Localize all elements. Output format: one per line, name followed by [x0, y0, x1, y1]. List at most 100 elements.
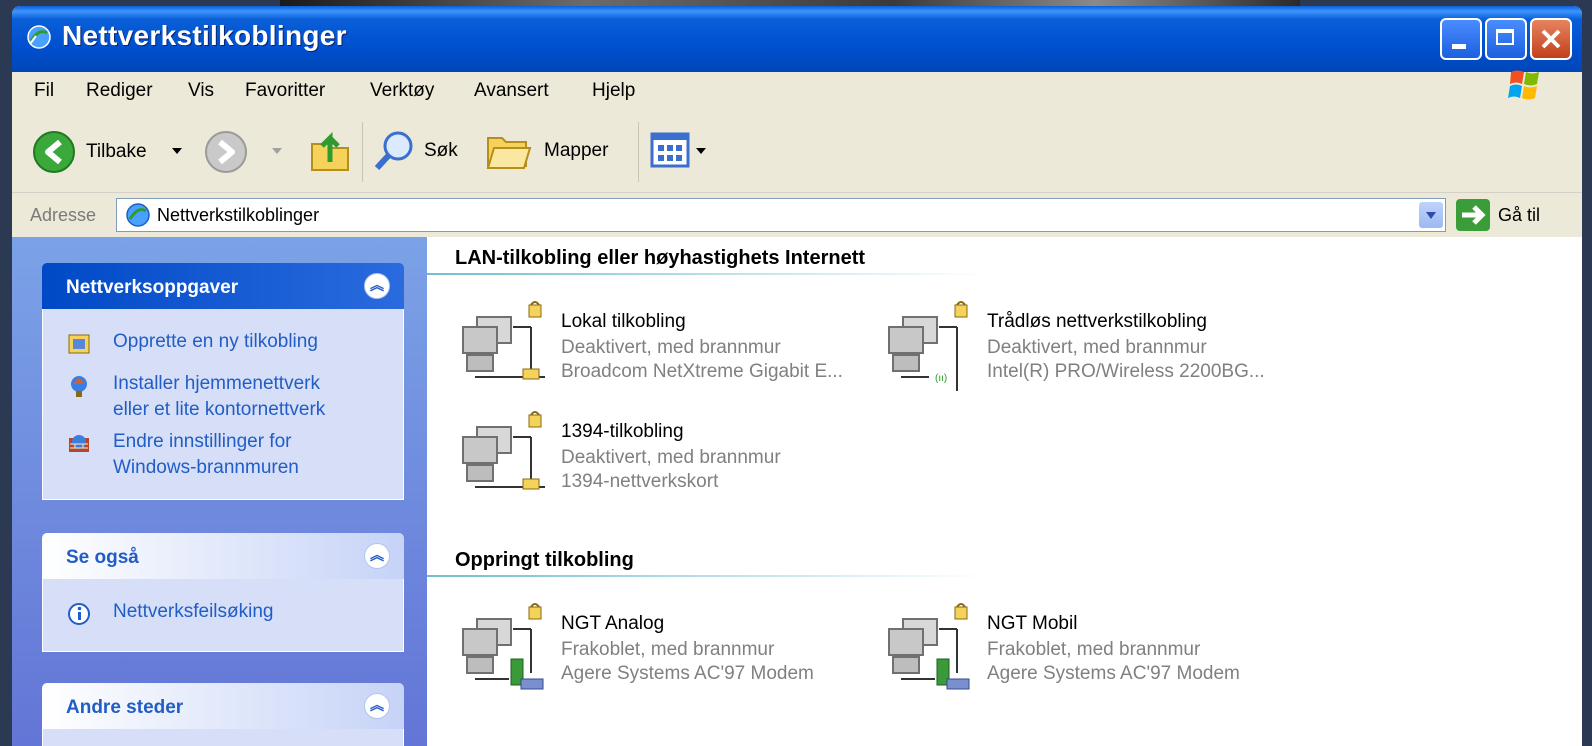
go-label[interactable]: Gå til [1498, 205, 1540, 226]
views-dropdown-icon [696, 148, 706, 154]
title-bar[interactable]: Nettverkstilkoblinger [12, 6, 1582, 72]
forward-arrow-icon [205, 131, 247, 173]
network-tasks-panel: Nettverksoppgaver ︽ Opprette en ny tilko… [42, 263, 404, 500]
collapse-icon[interactable]: ︽ [364, 543, 390, 569]
menu-favorites[interactable]: Favoritter [245, 80, 325, 102]
menu-file[interactable]: Fil [34, 80, 54, 102]
other-places-title: Andre steder [66, 697, 184, 718]
back-label: Tilbake [86, 141, 147, 162]
dialup-connection-icon [462, 603, 544, 690]
connection-device: Agere Systems AC'97 Modem [987, 663, 1240, 684]
network-connections-icon [126, 203, 150, 227]
network-tasks-header[interactable]: Nettverksoppgaver ︽ [42, 263, 404, 309]
connection-name: Lokal tilkobling [561, 311, 686, 332]
chevron-down-icon [1426, 212, 1436, 219]
see-also-header[interactable]: Se også ︽ [42, 533, 404, 579]
svg-text:(ıı): (ıı) [935, 373, 947, 384]
connection-status: Deaktivert, med brannmur [561, 447, 781, 468]
minimize-icon [1452, 44, 1466, 49]
new-connection-icon [68, 334, 90, 354]
toolbar-separator [362, 122, 363, 182]
network-tasks-body: Opprette en ny tilkobling Installer hjem… [42, 309, 404, 500]
maximize-icon [1496, 29, 1514, 45]
forward-dropdown-icon[interactable] [272, 148, 282, 154]
other-places-body [42, 729, 404, 746]
address-label: Adresse [30, 205, 97, 225]
views-button[interactable] [650, 132, 710, 172]
back-button[interactable]: Tilbake [32, 130, 192, 174]
toolbar-separator [638, 122, 639, 182]
address-value: Nettverkstilkoblinger [157, 205, 320, 225]
folders-button[interactable]: Mapper [484, 128, 624, 176]
views-icon [650, 132, 690, 168]
connections-view: LAN-tilkobling eller høyhastighets Inter… [427, 237, 1582, 746]
group-header-lan: LAN-tilkobling eller høyhastighets Inter… [455, 247, 866, 269]
search-button[interactable]: Søk [372, 128, 472, 176]
connection-device: Broadcom NetXtreme Gigabit E... [561, 361, 843, 382]
firewall-icon [69, 435, 89, 452]
group-header-dialup: Oppringt tilkobling [455, 549, 634, 571]
other-places-header[interactable]: Andre steder ︽ [42, 683, 404, 729]
group-divider [427, 575, 987, 577]
connection-status: Deaktivert, med brannmur [561, 337, 781, 358]
connection-device: Agere Systems AC'97 Modem [561, 663, 814, 684]
home-network-icon [71, 376, 87, 397]
windows-logo-icon [1508, 70, 1539, 100]
task-pane: Nettverksoppgaver ︽ Opprette en ny tilko… [12, 237, 427, 746]
address-bar: Adresse Nettverkstilkoblinger Gå til [12, 193, 1582, 237]
menu-view[interactable]: Vis [188, 80, 214, 102]
other-places-panel: Andre steder ︽ [42, 683, 404, 746]
connection-wireless[interactable]: (ıı) Trådløs nettverkstilkobling Deaktiv… [883, 299, 1303, 395]
connection-status: Frakoblet, med brannmur [987, 639, 1201, 660]
connection-ngt-mobil[interactable]: NGT Mobil Frakoblet, med brannmur Agere … [883, 601, 1303, 697]
folders-label: Mapper [544, 140, 609, 161]
info-icon [68, 603, 90, 625]
minimize-button[interactable] [1440, 18, 1482, 60]
wireless-connection-icon: (ıı) [888, 301, 968, 391]
back-dropdown-icon[interactable] [172, 148, 182, 154]
close-icon [1541, 29, 1561, 49]
collapse-icon[interactable]: ︽ [364, 693, 390, 719]
menu-advanced[interactable]: Avansert [474, 80, 549, 102]
lan-connection-icon [462, 301, 545, 380]
menu-tools[interactable]: Verktøy [370, 80, 434, 102]
connection-device: Intel(R) PRO/Wireless 2200BG... [987, 361, 1265, 382]
maximize-button[interactable] [1485, 18, 1527, 60]
task-label: Windows-brannmuren [113, 457, 299, 478]
connection-name: Trådløs nettverkstilkobling [987, 311, 1207, 332]
menu-help[interactable]: Hjelp [592, 80, 635, 102]
connection-local[interactable]: Lokal tilkobling Deaktivert, med brannmu… [457, 299, 877, 395]
search-label: Søk [424, 140, 458, 161]
address-dropdown-button[interactable] [1419, 202, 1443, 228]
standard-toolbar: Tilbake Søk Mapper [12, 112, 1582, 193]
connection-device: 1394-nettverkskort [561, 471, 719, 492]
connection-name: NGT Analog [561, 613, 665, 634]
explorer-window: Nettverkstilkoblinger Fil Rediger Vis Fa… [12, 6, 1582, 746]
task-label: Endre innstillinger for [113, 431, 292, 452]
connection-status: Deaktivert, med brannmur [987, 337, 1207, 358]
menu-bar: Fil Rediger Vis Favoritter Verktøy Avans… [12, 72, 1582, 113]
go-arrow-icon [1462, 205, 1486, 225]
network-connections-icon [27, 25, 51, 49]
address-input[interactable]: Nettverkstilkoblinger [116, 198, 1446, 232]
back-arrow-icon [33, 131, 75, 173]
network-tasks-title: Nettverksoppgaver [66, 277, 239, 298]
connection-ngt-analog[interactable]: NGT Analog Frakoblet, med brannmur Agere… [457, 601, 877, 697]
search-icon [374, 131, 413, 171]
task-label: eller et lite kontornettverk [113, 399, 326, 420]
folders-icon [486, 137, 532, 169]
menu-edit[interactable]: Rediger [86, 80, 153, 102]
close-button[interactable] [1530, 18, 1572, 60]
go-button[interactable] [1456, 199, 1490, 231]
window-title: Nettverkstilkoblinger [62, 20, 347, 51]
task-label: Nettverksfeilsøking [113, 601, 274, 622]
forward-button[interactable] [204, 130, 294, 174]
dialup-connection-icon [888, 603, 970, 690]
task-label: Installer hjemmenettverk [113, 373, 320, 394]
connection-1394[interactable]: 1394-tilkobling Deaktivert, med brannmur… [457, 409, 877, 505]
task-label: Opprette en ny tilkobling [113, 331, 318, 352]
collapse-icon[interactable]: ︽ [364, 273, 390, 299]
connection-name: NGT Mobil [987, 613, 1078, 634]
connection-name: 1394-tilkobling [561, 421, 684, 442]
up-folder-icon[interactable] [308, 126, 352, 174]
